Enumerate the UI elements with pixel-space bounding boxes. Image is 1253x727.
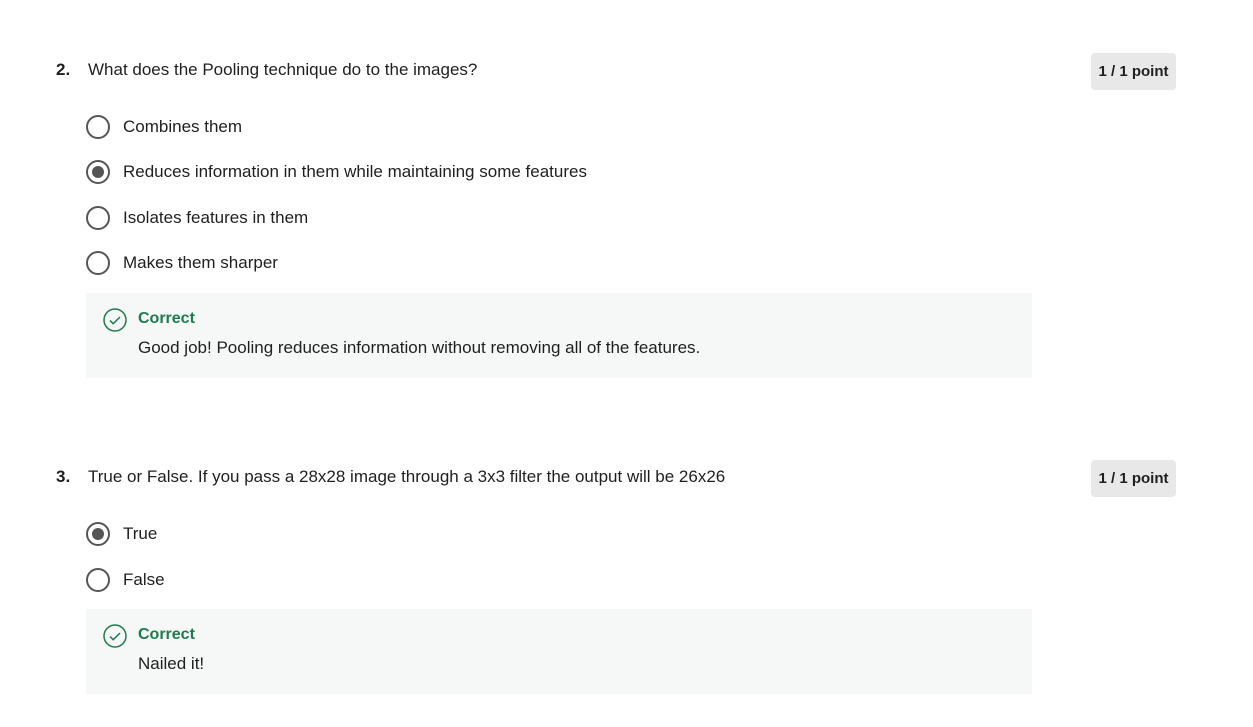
question-number: 3. [56, 467, 71, 486]
radio-selected-icon [86, 522, 110, 546]
radio-icon [86, 206, 110, 230]
option-radio[interactable]: False [86, 568, 165, 592]
radio-icon [86, 115, 110, 139]
option-label: Combines them [123, 117, 243, 136]
radio-icon [86, 568, 110, 592]
option-label: False [123, 570, 165, 589]
option-label: True [123, 524, 158, 543]
option-radio[interactable]: True [86, 522, 157, 546]
option-radio[interactable]: Combines them [86, 115, 242, 139]
points-badge: 1 / 1 point [1091, 53, 1176, 90]
feedback-box: Correct Good job! Pooling reduces inform… [86, 293, 1032, 378]
option-radio[interactable]: Isolates features in them [86, 206, 308, 230]
question-number: 2. [56, 60, 71, 79]
feedback-message: Nailed it! [138, 654, 205, 673]
feedback-status: Correct [138, 310, 195, 327]
check-circle-icon [103, 624, 127, 648]
option-label: Isolates features in them [123, 208, 309, 227]
feedback-box: Correct Nailed it! [86, 609, 1032, 694]
check-circle-icon [103, 308, 127, 332]
feedback-status: Correct [138, 626, 195, 643]
points-badge: 1 / 1 point [1091, 460, 1176, 497]
question-text: What does the Pooling technique do to th… [88, 60, 478, 79]
radio-icon [86, 251, 110, 275]
radio-selected-icon [86, 160, 110, 184]
option-label: Reduces information in them while mainta… [123, 162, 587, 181]
feedback-message: Good job! Pooling reduces information wi… [138, 338, 701, 357]
option-radio[interactable]: Reduces information in them while mainta… [86, 160, 587, 184]
option-radio[interactable]: Makes them sharper [86, 251, 278, 275]
option-label: Makes them sharper [123, 253, 278, 272]
question-text: True or False. If you pass a 28x28 image… [88, 467, 726, 486]
